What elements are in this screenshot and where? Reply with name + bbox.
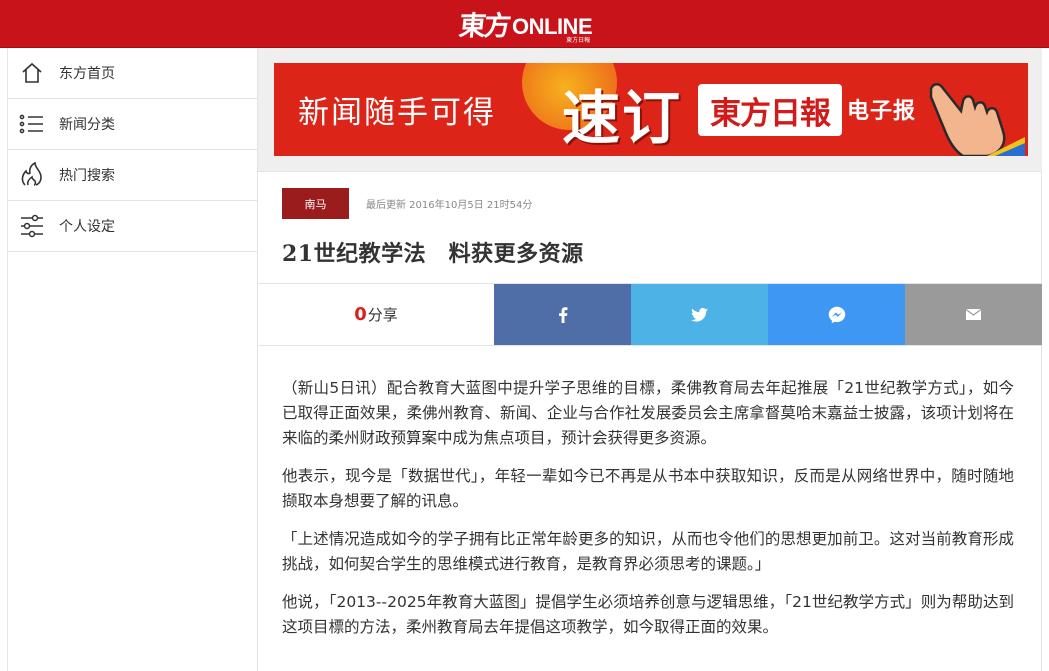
- banner-epaper-text: 电子报: [847, 99, 917, 124]
- category-tag[interactable]: 南马: [282, 188, 349, 219]
- pointing-hand-icon: [929, 83, 1025, 156]
- share-count-number: 0: [354, 304, 367, 325]
- article-paragraph: （新山5日讯）配合教育大蓝图中提升学子思维的目標，柔佛教育局去年起推展「21世纪…: [282, 379, 1014, 447]
- last-updated-text: 最后更新 2016年10月5日 21时54分: [366, 200, 533, 211]
- messenger-share-button[interactable]: [768, 284, 905, 345]
- facebook-icon: [558, 306, 567, 323]
- article-body: （新山5日讯）配合教育大蓝图中提升学子思维的目標，柔佛教育局去年起推展「21世纪…: [282, 376, 1014, 653]
- sidebar-item-hot-search[interactable]: 热门搜索: [8, 150, 257, 201]
- messenger-icon: [828, 306, 845, 323]
- list-icon: [10, 99, 54, 150]
- sidebar-item-label: 个人设定: [59, 219, 115, 235]
- banner-big-text: 速订: [562, 84, 683, 152]
- sidebar-item-home[interactable]: 东方首页: [8, 48, 257, 99]
- sidebar-menu: 东方首页 新闻分类 热门搜索 个人设定: [7, 48, 258, 671]
- banner-left-text: 新闻随手可得: [298, 95, 496, 131]
- site-logo[interactable]: 東方 ONLINE 東方日報: [457, 8, 592, 44]
- article-paragraph: 他说，「2013--2025年教育大蓝图」提倡学生必须培养创意与逻辑思维，「21…: [282, 593, 1014, 636]
- sidebar-item-settings[interactable]: 个人设定: [8, 201, 257, 252]
- article-title: 21世纪教学法 料获更多资源: [282, 241, 584, 267]
- article-paragraph: 他表示，现今是「数据世代」，年轻一辈如今已不再是从书本中获取知识，反而是从网络世…: [282, 467, 1014, 510]
- sidebar-item-label: 新闻分类: [59, 117, 115, 133]
- sidebar-item-categories[interactable]: 新闻分类: [8, 99, 257, 150]
- logo-subtext: 東方日報: [566, 37, 591, 44]
- logo-chinese-text: 東方: [457, 11, 511, 42]
- share-count: 0 分享: [258, 284, 494, 345]
- banner-container: 新闻随手可得 速订 東方日報 电子报: [258, 48, 1042, 172]
- article-paragraph: 「上述情况造成如今的学子拥有比正常年龄更多的知识，从而也令他们的思想更加前卫。这…: [282, 530, 1014, 573]
- home-icon: [10, 48, 54, 99]
- banner-paper-name: 東方日報: [710, 95, 831, 132]
- sliders-icon: [10, 201, 54, 252]
- main-content: 新闻随手可得 速订 東方日報 电子报 南马 最后更新 2016年10月5日 21…: [258, 48, 1042, 671]
- twitter-icon: [691, 307, 708, 322]
- facebook-share-button[interactable]: [494, 284, 631, 345]
- top-header-bar: 東方 ONLINE 東方日報: [0, 0, 1049, 48]
- email-share-button[interactable]: [905, 284, 1042, 345]
- sidebar-item-label: 东方首页: [59, 66, 115, 82]
- share-bar: 0 分享: [258, 283, 1042, 346]
- epaper-subscribe-banner[interactable]: 新闻随手可得 速订 東方日報 电子报: [274, 63, 1028, 156]
- sidebar-item-label: 热门搜索: [59, 168, 115, 184]
- twitter-share-button[interactable]: [631, 284, 768, 345]
- fire-icon: [10, 150, 54, 201]
- share-count-label: 分享: [367, 306, 398, 324]
- article-meta: 南马 最后更新 2016年10月5日 21时54分: [282, 188, 532, 219]
- banner-paper-box: 東方日報: [698, 84, 842, 136]
- email-icon: [966, 309, 981, 320]
